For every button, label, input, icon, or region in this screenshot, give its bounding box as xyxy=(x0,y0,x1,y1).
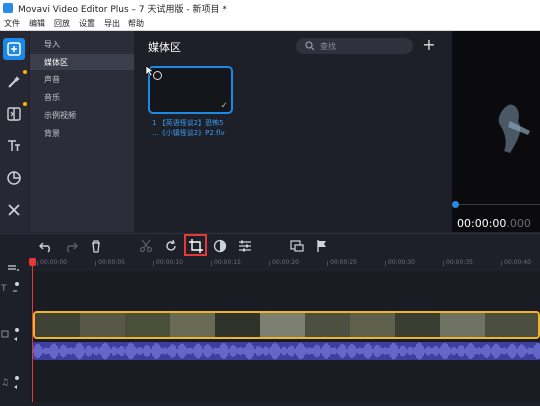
redo-icon xyxy=(67,242,78,253)
ruler-tick: 00:00:05 xyxy=(95,259,125,266)
rotate-icon xyxy=(166,239,176,251)
nav-item-sample-video[interactable]: 示例视频 xyxy=(30,107,134,123)
transition-icon xyxy=(7,107,21,121)
preview-player: 00:00:00.000 xyxy=(452,31,540,232)
flag-icon xyxy=(317,240,326,252)
ruler-tick: 00:00:10 xyxy=(153,259,183,266)
menu-playback[interactable]: 回放 xyxy=(54,18,70,29)
preview-scrubber[interactable] xyxy=(452,204,540,205)
redo-button[interactable] xyxy=(63,238,79,254)
svg-text:T: T xyxy=(0,284,7,294)
crop-highlight-box xyxy=(184,234,207,256)
search-icon xyxy=(305,41,315,51)
search-input[interactable]: 查找 xyxy=(296,38,413,54)
clip-properties-button[interactable] xyxy=(237,238,253,254)
timeline-ruler[interactable]: 00:00:00 00:00:05 00:00:10 00:00:15 00:0… xyxy=(0,257,540,271)
picture-in-picture-icon xyxy=(290,240,304,252)
filters-tool-button[interactable] xyxy=(3,70,27,93)
video-frame xyxy=(35,313,80,337)
ruler-tick: 00:00:40 xyxy=(501,259,531,266)
track-headers: T ♫ xyxy=(0,271,30,402)
audio-waveform xyxy=(33,342,540,360)
video-frame xyxy=(260,313,305,337)
ruler-tick: 00:00:20 xyxy=(269,259,299,266)
transitions-tool-button[interactable] xyxy=(3,102,27,125)
video-frame xyxy=(80,313,125,337)
video-frame xyxy=(125,313,170,337)
ruler-tick: 00:00:30 xyxy=(385,259,415,266)
nav-item-backgrounds[interactable]: 背景 xyxy=(30,125,134,141)
preview-timecode: 00:00:00.000 xyxy=(457,217,531,230)
nav-item-import[interactable]: 导入 xyxy=(30,36,134,52)
video-clip-track[interactable] xyxy=(33,311,540,339)
more-tools-button[interactable] xyxy=(3,199,25,221)
new-dot xyxy=(23,102,27,106)
add-media-button[interactable]: + xyxy=(421,37,437,53)
media-clip-label: 1 【英语怪谈2】恐怖5 ...《小镇怪谈2》P2.flv xyxy=(152,119,225,137)
ruler-tick: 00:00:35 xyxy=(443,259,473,266)
app-icon xyxy=(3,3,13,13)
track-header-icons: T ♫ xyxy=(0,282,19,389)
sliders-icon xyxy=(239,240,251,252)
marker-button[interactable] xyxy=(314,238,330,254)
window-title: Movavi Video Editor Plus – 7 天试用版 - 新项目 … xyxy=(18,5,227,15)
media-clip-thumbnail[interactable]: ✓ xyxy=(148,66,233,114)
magic-wand-icon xyxy=(8,76,20,88)
ruler-tick: 00:00:00 xyxy=(37,259,67,266)
video-frame xyxy=(350,313,395,337)
nav-item-media[interactable]: 媒体区 xyxy=(30,54,134,70)
svg-text:♫: ♫ xyxy=(1,378,9,388)
menu-bar: 文件 编辑 回放 设置 导出 帮助 xyxy=(0,17,540,31)
check-icon: ✓ xyxy=(220,101,228,111)
preview-frame xyxy=(498,104,530,153)
media-heading: 媒体区 xyxy=(148,41,181,54)
titles-tool-button[interactable] xyxy=(3,135,25,157)
sticker-icon xyxy=(7,171,21,185)
stickers-tool-button[interactable] xyxy=(3,167,25,189)
title-bar: Movavi Video Editor Plus – 7 天试用版 - 新项目 … xyxy=(0,0,540,17)
mouse-cursor-icon xyxy=(145,65,155,77)
video-frame xyxy=(485,313,538,337)
menu-export[interactable]: 导出 xyxy=(104,18,120,29)
color-adjust-button[interactable] xyxy=(212,238,228,254)
video-frame xyxy=(305,313,350,337)
ruler-tick: 00:00:25 xyxy=(327,259,357,266)
tool-rail xyxy=(0,31,29,232)
tools-icon xyxy=(8,204,20,216)
nav-item-music[interactable]: 音乐 xyxy=(30,89,134,105)
nav-item-sound[interactable]: 声音 xyxy=(30,71,134,87)
video-frame xyxy=(395,313,440,337)
scissors-icon xyxy=(139,239,153,253)
menu-settings[interactable]: 设置 xyxy=(79,18,95,29)
trash-icon xyxy=(92,240,100,253)
import-tool-button[interactable] xyxy=(3,38,25,60)
pip-button[interactable] xyxy=(289,238,305,254)
new-dot xyxy=(23,70,27,74)
import-icon xyxy=(7,42,21,56)
rotate-button[interactable] xyxy=(163,238,179,254)
undo-button[interactable] xyxy=(38,238,54,254)
delete-button[interactable] xyxy=(88,238,104,254)
menu-file[interactable]: 文件 xyxy=(4,18,20,29)
menu-edit[interactable]: 编辑 xyxy=(29,18,45,29)
playhead-handle[interactable] xyxy=(29,258,36,266)
video-frame xyxy=(215,313,260,337)
ruler-tick: 00:00:15 xyxy=(211,259,241,266)
search-placeholder: 查找 xyxy=(320,42,336,51)
color-icon xyxy=(213,239,227,253)
media-nav: 导入 媒体区 声音 音乐 示例视频 背景 xyxy=(30,31,134,232)
playhead[interactable] xyxy=(32,259,33,402)
audio-clip-track[interactable] xyxy=(33,342,540,360)
video-frame xyxy=(170,313,215,337)
text-icon xyxy=(8,140,20,151)
video-frame xyxy=(440,313,485,337)
menu-help[interactable]: 帮助 xyxy=(128,18,144,29)
split-button[interactable] xyxy=(138,238,154,254)
preview-scrub-handle[interactable] xyxy=(452,201,459,208)
undo-icon xyxy=(39,242,50,253)
